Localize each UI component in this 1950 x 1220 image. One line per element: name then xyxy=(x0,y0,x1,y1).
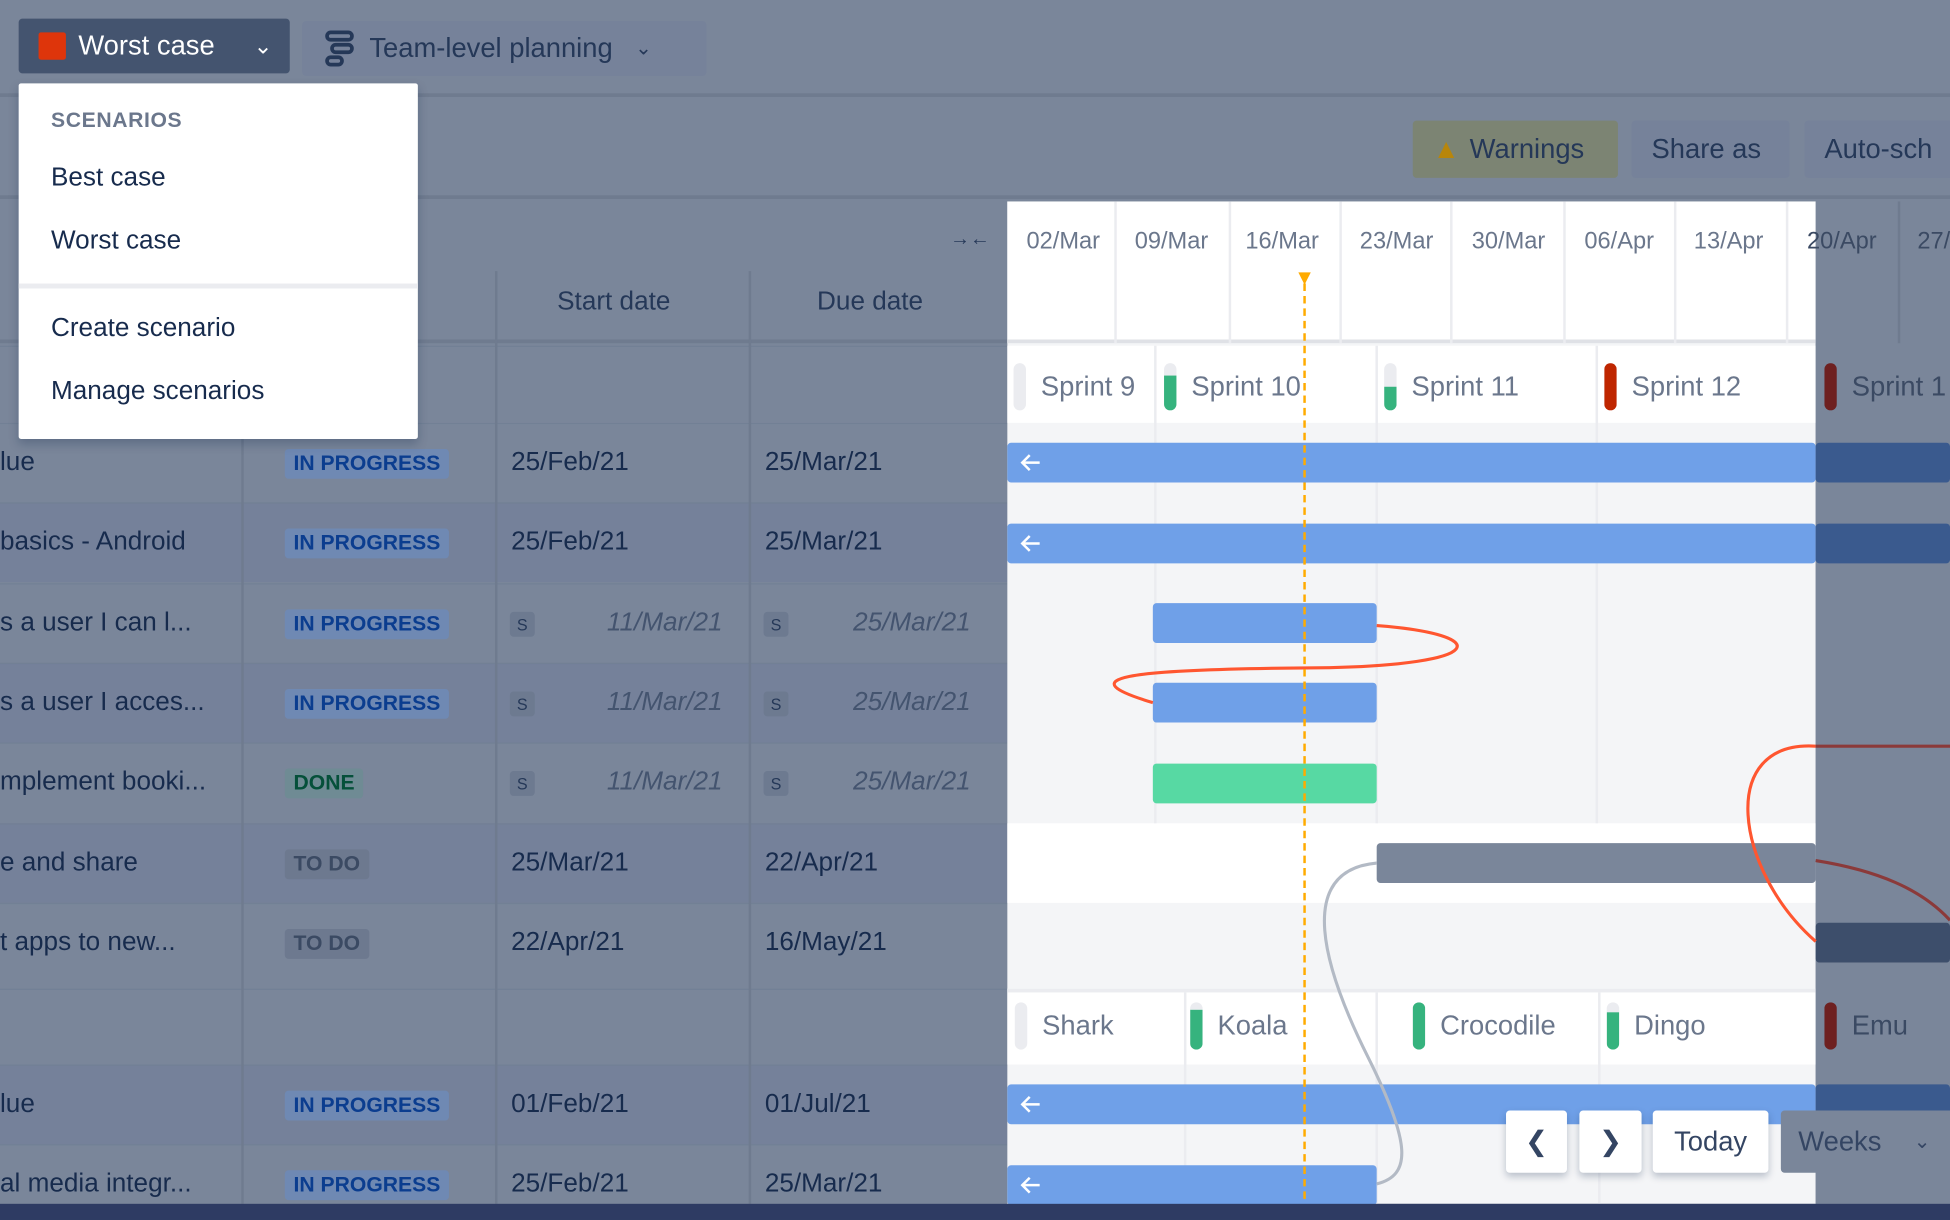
menu-divider xyxy=(18,283,418,289)
plan-view: Worst case ⌄ Team-level planning ⌄ ▲ Warnin… xyxy=(0,0,1950,1220)
create-scenario-item[interactable]: Create scenario xyxy=(51,313,235,343)
menu-item-worst-case[interactable]: Worst case xyxy=(51,226,181,256)
timeline-bar[interactable] xyxy=(1376,843,1816,883)
timeline-bar[interactable] xyxy=(1152,682,1377,723)
menu-item-best-case[interactable]: Best case xyxy=(51,163,166,193)
manage-scenarios-item[interactable]: Manage scenarios xyxy=(51,377,264,407)
bottom-bar xyxy=(0,1203,1950,1220)
dependency-line xyxy=(1322,861,1404,1186)
scenario-menu: SCENARIOS Best case Worst case Create sc… xyxy=(18,83,418,439)
today-marker-icon xyxy=(1298,272,1311,285)
zoom-level-select[interactable]: Weeks ⌄ xyxy=(1780,1110,1950,1173)
timeline-bar[interactable] xyxy=(1007,1165,1377,1206)
chevron-down-icon: ⌄ xyxy=(1913,1131,1931,1153)
timeline-bar[interactable] xyxy=(1007,523,1816,564)
zoom-level-label: Weeks xyxy=(1798,1125,1882,1157)
timeline-bar[interactable] xyxy=(1152,603,1377,643)
menu-heading: SCENARIOS xyxy=(50,108,183,132)
dim-region xyxy=(1816,199,1950,1204)
timeline-bar[interactable] xyxy=(1007,442,1816,483)
timeline-bar[interactable] xyxy=(1152,763,1377,804)
scroll-left-button[interactable]: ❮ xyxy=(1506,1110,1567,1173)
today-button[interactable]: Today xyxy=(1652,1110,1769,1173)
scroll-right-button[interactable]: ❯ xyxy=(1579,1110,1642,1173)
